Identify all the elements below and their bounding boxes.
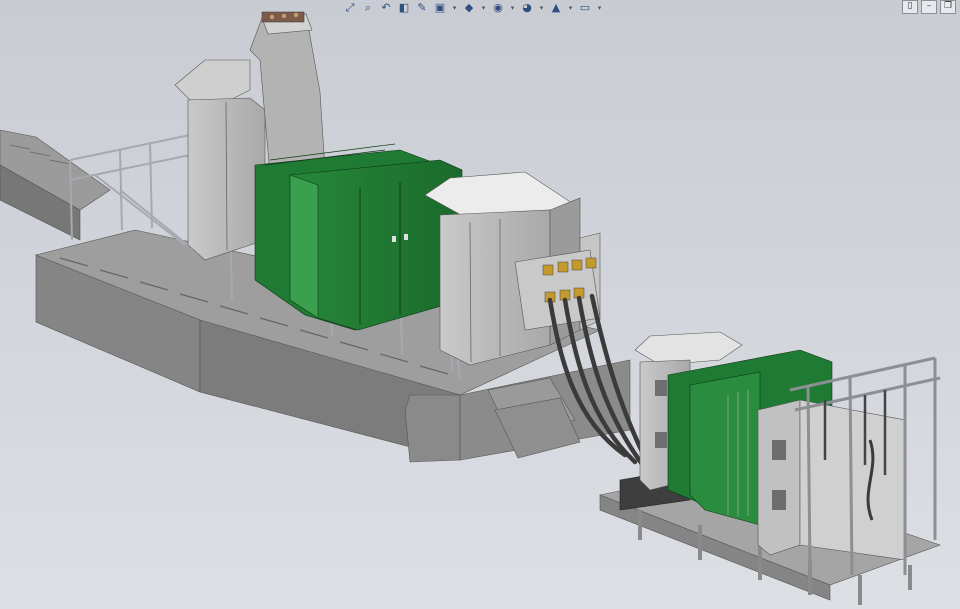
gray-enclosure-left bbox=[174, 59, 266, 261]
graphics-viewport[interactable]: ⤢ ⌕ ↶ ◧ ✎ ▣ ▾ ◆ ▾ ◉ ▾ ◕ ▾ ▲ ▾ ▭ ▾ ▯ – ❐ bbox=[0, 0, 960, 609]
skid-rear-cabinet bbox=[757, 399, 906, 561]
green-switchgear-main bbox=[254, 143, 463, 331]
rear-concrete-beam bbox=[0, 129, 111, 241]
cable-connector-panel bbox=[514, 249, 601, 331]
model-scene[interactable] bbox=[0, 0, 960, 609]
